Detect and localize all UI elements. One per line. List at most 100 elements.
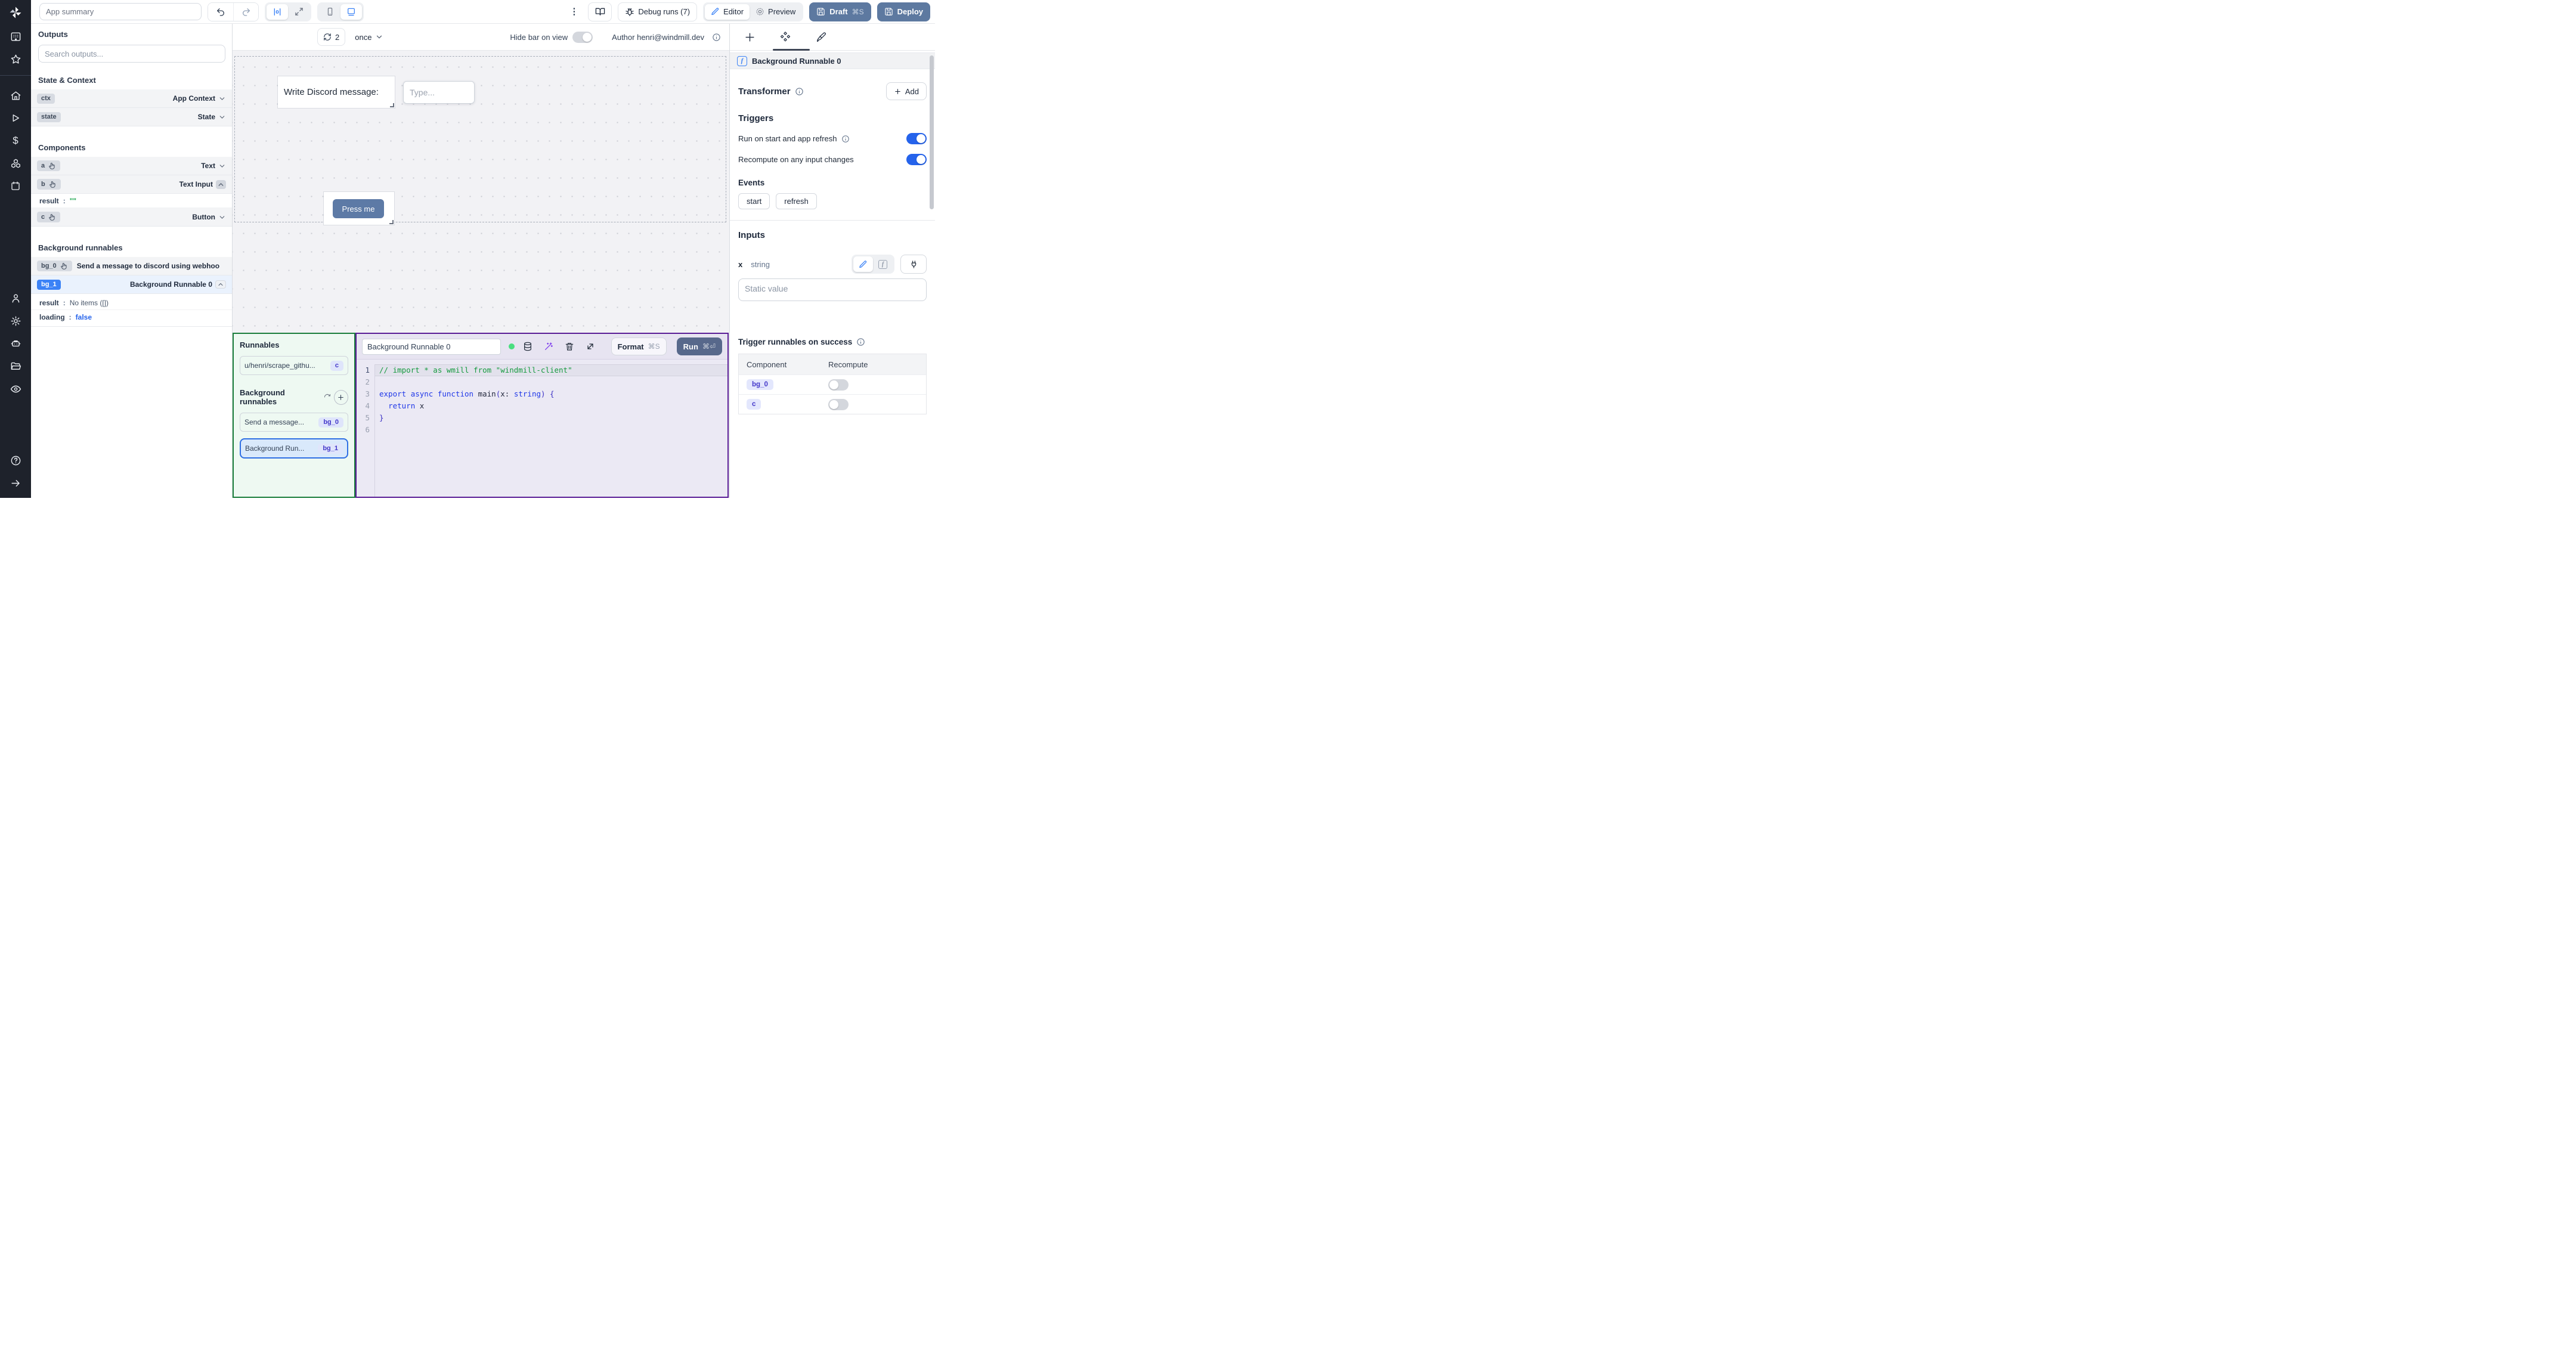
collapse-arrow-icon[interactable] xyxy=(0,472,31,494)
component-badge: bg_0 xyxy=(747,379,773,390)
debug-runs-button[interactable]: Debug runs (7) xyxy=(618,2,698,21)
home-icon[interactable] xyxy=(0,84,31,107)
favorites-star-icon[interactable] xyxy=(0,48,31,70)
output-row-bg1[interactable]: bg_1 Background Runnable 0 xyxy=(31,275,232,294)
chevron-down-icon[interactable] xyxy=(218,113,226,121)
app-summary-input[interactable] xyxy=(39,3,202,20)
runnable-name-input[interactable] xyxy=(362,338,501,355)
run-button[interactable]: Run ⌘⏎ xyxy=(676,337,722,355)
line-number: 6 xyxy=(365,425,370,434)
windmill-logo-icon xyxy=(0,0,31,25)
format-button[interactable]: Format ⌘S xyxy=(611,337,667,355)
fullscreen-layout-button[interactable] xyxy=(288,4,309,20)
delete-trash-icon[interactable] xyxy=(562,342,577,351)
left-rail: $ xyxy=(0,0,31,498)
static-value-input[interactable] xyxy=(738,278,927,301)
expand-editor-icon[interactable] xyxy=(583,342,598,351)
triggers-title: Triggers xyxy=(738,113,774,123)
chevron-up-icon[interactable] xyxy=(215,280,226,289)
insert-component-tab-plus-icon[interactable] xyxy=(744,32,756,43)
add-label: Add xyxy=(905,86,919,96)
variables-dollar-icon[interactable]: $ xyxy=(0,129,31,152)
editor-code[interactable]: // import * as wmill from "windmill-clie… xyxy=(374,364,727,497)
text-input-component[interactable] xyxy=(403,81,475,104)
format-shortcut: ⌘S xyxy=(648,342,660,351)
tab-preview[interactable]: Preview xyxy=(750,4,801,20)
add-transformer-button[interactable]: Add xyxy=(886,82,927,100)
deploy-button[interactable]: Deploy xyxy=(877,2,930,21)
refresh-count-button[interactable]: 2 xyxy=(317,28,346,46)
user-icon[interactable] xyxy=(0,287,31,309)
info-icon[interactable] xyxy=(856,337,865,346)
recompute-row-toggle[interactable] xyxy=(828,379,849,391)
runs-play-icon[interactable] xyxy=(0,107,31,129)
schedules-calendar-icon[interactable] xyxy=(0,175,31,197)
chevron-down-icon[interactable] xyxy=(218,213,226,221)
resize-handle[interactable] xyxy=(389,220,394,224)
settings-gear-icon[interactable] xyxy=(0,309,31,332)
runnable-item-bg1[interactable]: Background Run... bg_1 xyxy=(240,438,348,459)
search-outputs-input[interactable] xyxy=(38,45,225,63)
output-row-bg0[interactable]: bg_0 Send a message to discord using web… xyxy=(31,257,232,275)
output-row-ctx[interactable]: ctx App Context xyxy=(31,89,232,108)
runnable-item-c[interactable]: u/henri/scrape_githu... c xyxy=(240,356,348,375)
static-mode-pencil-icon[interactable] xyxy=(853,256,873,272)
output-row-a[interactable]: a Text xyxy=(31,157,232,175)
runnables-title: Runnables xyxy=(240,340,280,349)
center-layout-button[interactable] xyxy=(267,4,288,20)
hand-pointer-icon xyxy=(49,181,57,188)
run-on-start-toggle[interactable] xyxy=(906,133,927,144)
ctx-badge: ctx xyxy=(37,93,55,104)
apps-icon[interactable] xyxy=(0,25,31,48)
more-menu-icon[interactable]: ⋮ xyxy=(566,7,582,16)
recompute-toggle[interactable] xyxy=(906,154,927,165)
connect-plug-button[interactable] xyxy=(900,255,927,274)
output-row-b[interactable]: b Text Input xyxy=(31,175,232,194)
c-badge: c xyxy=(37,212,61,222)
redo-button[interactable] xyxy=(233,2,258,21)
info-icon[interactable] xyxy=(795,87,804,96)
audit-eye-icon[interactable] xyxy=(0,377,31,400)
resize-handle[interactable] xyxy=(390,103,394,107)
docs-book-button[interactable] xyxy=(588,2,612,21)
cache-database-icon[interactable] xyxy=(520,342,535,351)
expr-mode-function-icon[interactable]: f xyxy=(873,256,893,272)
press-me-button[interactable]: Press me xyxy=(333,199,384,218)
ai-wand-icon[interactable] xyxy=(541,342,556,351)
undo-button[interactable] xyxy=(208,2,233,21)
text-component[interactable]: Write Discord message: xyxy=(278,76,395,108)
schedule-dropdown[interactable]: once xyxy=(355,33,383,42)
styling-brush-tab-icon[interactable] xyxy=(815,32,826,43)
chevron-down-icon[interactable] xyxy=(218,162,226,170)
mobile-view-button[interactable] xyxy=(319,4,340,20)
windmill-app-editor: $ ⋮ Debug runs (7) xyxy=(0,0,935,498)
output-row-state[interactable]: state State xyxy=(31,108,232,126)
draft-button[interactable]: Draft ⌘S xyxy=(809,2,871,21)
component-settings-tab-icon[interactable] xyxy=(779,31,791,43)
chevron-down-icon[interactable] xyxy=(218,95,226,103)
scrollbar-thumb[interactable] xyxy=(930,55,934,209)
recompute-row-toggle[interactable] xyxy=(828,398,849,410)
runnable-item-bg0[interactable]: Send a message... bg_0 xyxy=(240,413,348,432)
event-chip-refresh[interactable]: refresh xyxy=(776,193,817,209)
workers-robot-icon[interactable] xyxy=(0,332,31,355)
event-chip-start[interactable]: start xyxy=(738,193,770,209)
desktop-view-button[interactable] xyxy=(340,4,362,20)
code-editor[interactable]: 1 2 3 4 5 6 // import * as wmill from "windmi… xyxy=(357,360,727,497)
chevron-up-icon[interactable] xyxy=(216,179,226,189)
runnable-item-label: Send a message... xyxy=(244,418,305,426)
info-icon[interactable] xyxy=(712,33,721,42)
function-icon: f xyxy=(737,55,747,66)
tab-editor[interactable]: Editor xyxy=(705,4,750,20)
button-component-wrapper[interactable]: Press me xyxy=(324,192,394,225)
output-row-c[interactable]: c Button xyxy=(31,208,232,227)
hide-bar-toggle[interactable] xyxy=(572,31,593,43)
info-icon[interactable] xyxy=(841,135,850,143)
add-background-runnable-button[interactable] xyxy=(333,389,348,405)
resources-cubes-icon[interactable] xyxy=(0,152,31,175)
refresh-count: 2 xyxy=(335,32,340,42)
folders-icon[interactable] xyxy=(0,355,31,377)
help-icon[interactable] xyxy=(0,449,31,472)
bg1-result-value: No items ([]) xyxy=(69,299,109,307)
rail-divider xyxy=(0,75,31,76)
